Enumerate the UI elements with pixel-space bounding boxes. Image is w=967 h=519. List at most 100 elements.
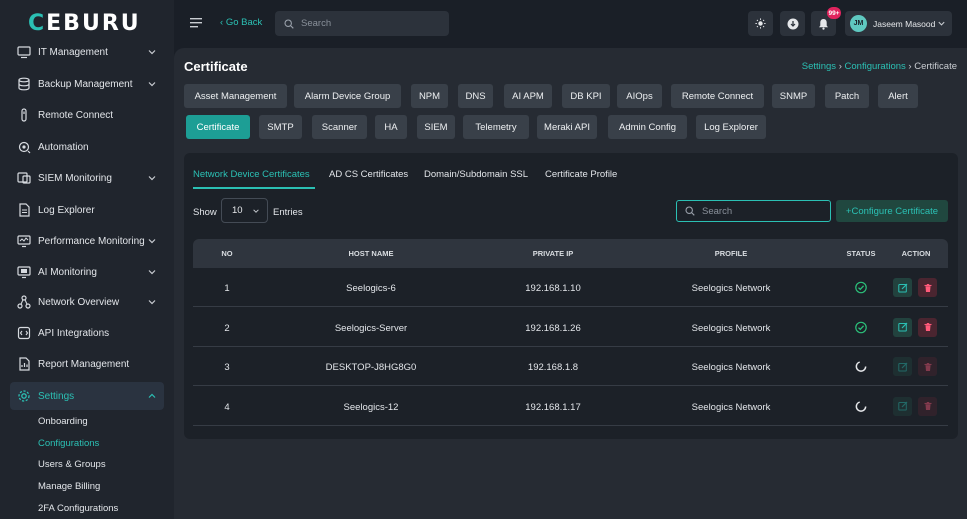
chip-dns[interactable]: DNS: [458, 84, 493, 108]
sidebar-item-label: Report Management: [38, 358, 130, 370]
delete-button[interactable]: [918, 357, 937, 376]
sidebar-subitem-users-groups[interactable]: Users & Groups: [38, 459, 106, 470]
sidebar-item-label: AI Monitoring: [38, 266, 97, 278]
configure-certificate-label: Configure Certificate: [851, 205, 939, 217]
table-search-input[interactable]: Search: [676, 200, 831, 222]
sidebar-subitem-2fa-configurations[interactable]: 2FA Configurations: [38, 503, 118, 514]
cell-private-ip: 192.168.1.17: [525, 401, 581, 413]
delete-button[interactable]: [918, 278, 937, 297]
chip-aiops[interactable]: AIOps: [617, 84, 662, 108]
chip-alarm-device-group[interactable]: Alarm Device Group: [294, 84, 401, 108]
chip-telemetry[interactable]: Telemetry: [463, 115, 529, 139]
sidebar-item-remote-connect[interactable]: Remote Connect: [10, 101, 164, 129]
chip-ai-apm[interactable]: AI APM: [504, 84, 552, 108]
chip-remote-connect[interactable]: Remote Connect: [671, 84, 764, 108]
cell-profile: Seelogics Network: [691, 283, 771, 294]
automation-icon: [18, 141, 31, 154]
sidebar-item-it-management[interactable]: IT Management: [10, 38, 164, 66]
tab-domain-subdomain-ssl[interactable]: Domain/Subdomain SSL: [424, 169, 528, 180]
delete-button[interactable]: [918, 396, 937, 416]
theme-toggle-button[interactable]: [748, 11, 773, 36]
sidebar-item-label: SIEM Monitoring: [38, 172, 112, 184]
chip-siem[interactable]: SIEM: [417, 115, 455, 139]
table-row: 2 Seelogics-Server 192.168.1.26 Seelogics N…: [193, 308, 948, 347]
sidebar-item-backup-management[interactable]: Backup Management: [10, 70, 164, 98]
main-content: Certificate Settings › Configurations › …: [174, 48, 967, 519]
column-header-profile[interactable]: PROFILE: [715, 249, 748, 258]
cell-profile: Seelogics Network: [691, 362, 771, 373]
sidebar-item-network-overview[interactable]: Network Overview: [10, 288, 164, 316]
sidebar-item-performance-monitoring[interactable]: Performance Monitoring: [10, 227, 164, 255]
chip-certificate[interactable]: Certificate: [186, 115, 250, 139]
chip-db-kpi[interactable]: DB KPI: [562, 84, 610, 108]
sidebar-item-report-management[interactable]: Report Management: [10, 350, 164, 378]
sidebar-item-siem-monitoring[interactable]: SIEM Monitoring: [10, 164, 164, 192]
edit-button[interactable]: [893, 317, 912, 337]
column-header-action[interactable]: ACTION: [902, 249, 931, 258]
global-search-placeholder: Search: [301, 18, 332, 29]
entries-select[interactable]: 10: [221, 198, 268, 223]
tab-network-device-certificates[interactable]: Network Device Certificates: [193, 169, 310, 180]
chevron-down-icon: [253, 208, 259, 213]
delete-button[interactable]: [918, 317, 937, 337]
cell-host-name: Seelogics-Server: [334, 322, 408, 334]
chip-admin-config[interactable]: Admin Config: [608, 115, 687, 139]
breadcrumb-configurations[interactable]: Configurations: [845, 61, 906, 72]
edit-button[interactable]: [893, 396, 912, 416]
network-icon: [17, 295, 31, 309]
tab-certificate-profile[interactable]: Certificate Profile: [545, 169, 617, 180]
sidebar-item-log-explorer[interactable]: Log Explorer: [10, 196, 164, 224]
column-header-private-ip[interactable]: PRIVATE IP: [533, 249, 574, 258]
sidebar-subitem-manage-billing[interactable]: Manage Billing: [38, 481, 100, 492]
sidebar-item-settings[interactable]: Settings: [10, 382, 164, 410]
chip-ha[interactable]: HA: [375, 115, 407, 139]
monitor-icon: [17, 235, 31, 248]
sidebar-item-label: Network Overview: [38, 296, 120, 308]
user-menu[interactable]: JM Jaseem Masood: [845, 11, 952, 36]
sidebar-subitem-onboarding[interactable]: Onboarding: [38, 416, 88, 427]
edit-button[interactable]: [893, 357, 912, 376]
chip-alert[interactable]: Alert: [878, 84, 918, 108]
chip-patch[interactable]: Patch: [825, 84, 869, 108]
breadcrumb-current: Certificate: [914, 61, 957, 72]
edit-button[interactable]: [893, 278, 912, 297]
column-header-no[interactable]: NO: [221, 249, 232, 258]
download-button[interactable]: [780, 11, 805, 36]
api-icon: [17, 326, 31, 340]
column-header-host-name[interactable]: HOST NAME: [349, 249, 394, 258]
cell-no: 3: [224, 362, 230, 373]
chip-scanner[interactable]: Scanner: [312, 115, 367, 139]
sidebar-item-label: Backup Management: [38, 78, 133, 90]
brand-logo[interactable]: CEBURU: [28, 11, 141, 36]
configure-certificate-button[interactable]: + Configure Certificate: [836, 200, 948, 222]
global-search-input[interactable]: Search: [275, 11, 449, 36]
chevron-down-icon: [148, 176, 156, 181]
chip-asset-management[interactable]: Asset Management: [184, 84, 287, 108]
download-circle-icon: [787, 18, 798, 29]
bell-icon: [819, 18, 828, 30]
go-back-link[interactable]: ‹ Go Back: [220, 17, 262, 28]
chip-snmp[interactable]: SNMP: [772, 84, 815, 108]
edit-icon: [897, 362, 907, 371]
chip-npm[interactable]: NPM: [411, 84, 448, 108]
edit-icon: [897, 283, 907, 292]
sidebar-item-api-integrations[interactable]: API Integrations: [10, 319, 164, 347]
chip-meraki-api[interactable]: Meraki API: [537, 115, 597, 139]
sidebar-item-automation[interactable]: Automation: [10, 133, 164, 161]
column-header-status[interactable]: STATUS: [847, 249, 876, 258]
siem-icon: [17, 172, 31, 184]
cell-no: 4: [224, 401, 230, 413]
cell-private-ip: 192.168.1.10: [525, 283, 581, 294]
menu-icon[interactable]: [190, 17, 202, 29]
table-header: NO HOST NAME PRIVATE IP PROFILE STATUS A…: [193, 239, 948, 268]
check-circle-icon: [855, 281, 867, 294]
tab-ad-cs-certificates[interactable]: AD CS Certificates: [329, 169, 408, 180]
sidebar-item-ai-monitoring[interactable]: AI Monitoring: [10, 258, 164, 286]
sidebar-subitem-configurations[interactable]: Configurations: [38, 438, 99, 449]
chip-smtp[interactable]: SMTP: [259, 115, 302, 139]
chip-log-explorer[interactable]: Log Explorer: [696, 115, 766, 139]
page-title: Certificate: [184, 59, 248, 74]
loading-spinner-icon: [855, 400, 867, 412]
chevron-down-icon: [938, 21, 945, 26]
breadcrumb-settings[interactable]: Settings: [802, 61, 836, 72]
